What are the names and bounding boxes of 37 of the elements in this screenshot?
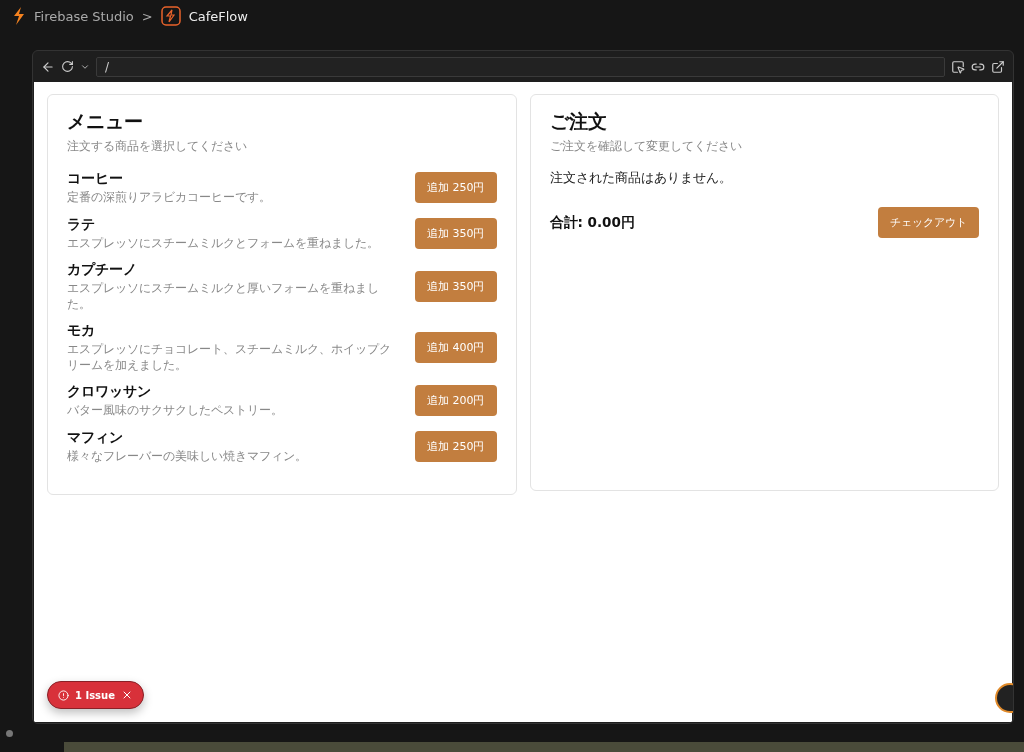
item-name: カプチーノ	[67, 261, 138, 280]
project-logo-icon	[160, 6, 181, 26]
external-link-icon[interactable]	[991, 59, 1005, 74]
empty-order-message: 注文された商品はありません。	[549, 170, 733, 187]
back-icon[interactable]	[41, 59, 55, 74]
item-description: エスプレッソにスチームミルクとフォームを重ねました。	[67, 235, 380, 252]
item-description: 様々なフレーバーの美味しい焼きマフィン。	[67, 448, 308, 465]
breadcrumb-separator: >	[141, 8, 153, 24]
item-description: バター風味のサクサクしたペストリー。	[67, 403, 284, 419]
add-button[interactable]: 追加 250円	[415, 430, 497, 462]
add-button[interactable]: 追加 400円	[415, 332, 497, 364]
add-button[interactable]: 追加 350円	[415, 217, 497, 249]
issue-badge[interactable]: 1 Issue	[47, 681, 144, 709]
add-button[interactable]: 追加 250円	[415, 172, 497, 204]
item-name: マフィン	[67, 428, 124, 447]
reload-icon[interactable]	[61, 60, 74, 73]
menu-subtitle: 注文する商品を選択してください	[67, 139, 248, 154]
item-name: コーヒー	[67, 170, 124, 188]
order-subtitle: ご注文を確認して変更してください	[549, 139, 743, 154]
order-title: ご注文	[549, 109, 608, 134]
checkout-button[interactable]: チェックアウト	[878, 207, 979, 238]
item-name: クロワッサン	[67, 383, 152, 402]
add-button[interactable]: 追加 350円	[415, 271, 497, 303]
item-name: ラテ	[67, 215, 96, 234]
item-description: エスプレッソにチョコレート、スチームミルク、ホイップクリームを加えました。	[67, 342, 392, 374]
order-total: 合計: 0.00円	[549, 213, 635, 232]
app-name[interactable]: Firebase Studio	[34, 8, 134, 24]
menu-title: メニュー	[67, 109, 144, 134]
flame-logo-icon	[12, 7, 26, 25]
item-description: 定番の深煎りアラビカコーヒーです。	[67, 190, 272, 206]
url-field[interactable]: /	[96, 56, 945, 77]
inspect-icon[interactable]	[951, 59, 965, 74]
add-button[interactable]: 追加 200円	[415, 385, 497, 417]
project-name[interactable]: CafeFlow	[188, 8, 248, 24]
item-name: モカ	[67, 322, 96, 341]
status-dot	[6, 730, 13, 737]
item-description: エスプレッソにスチームミルクと厚いフォームを重ねました。	[67, 281, 380, 313]
